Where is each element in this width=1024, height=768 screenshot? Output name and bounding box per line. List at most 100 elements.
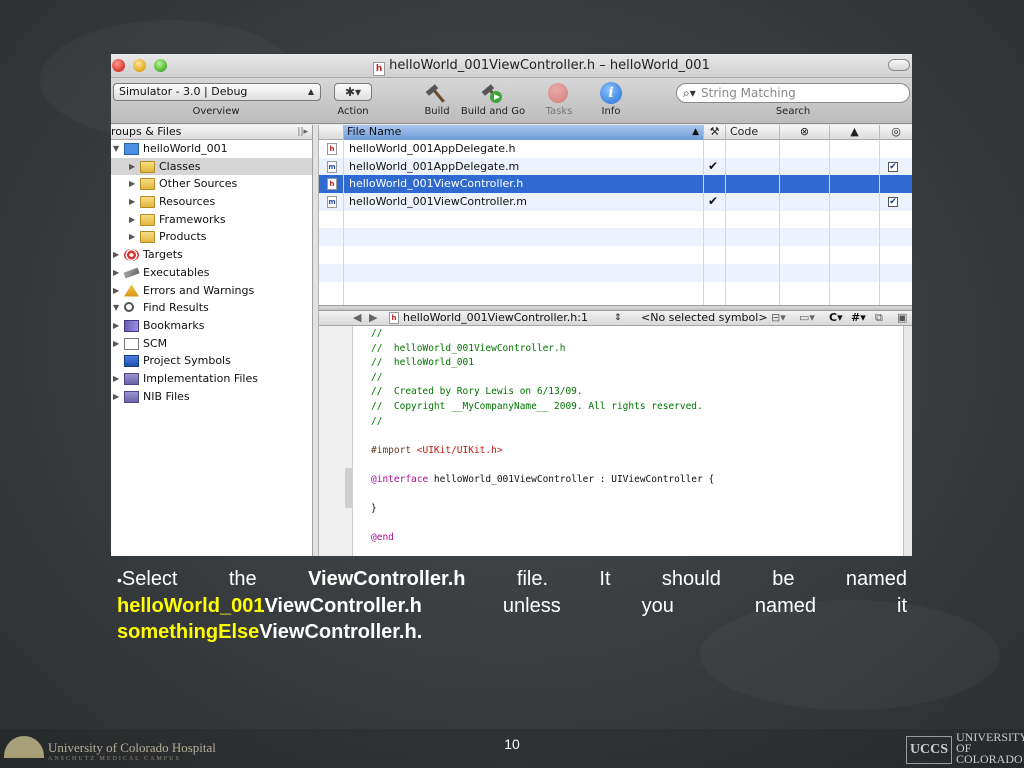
back-arrow-icon[interactable]: ◀ (353, 311, 361, 325)
stop-tasks-icon[interactable] (548, 83, 568, 103)
sidebar-item[interactable]: ▶ NIB Files (111, 388, 312, 406)
disclosure-closed-icon[interactable]: ▶ (129, 228, 135, 246)
sidebar-item[interactable]: ▶ Errors and Warnings (111, 282, 312, 300)
window-title: h helloWorld_001ViewController.h – helloW… (111, 58, 912, 76)
sidebar-item[interactable]: ▶ Products (111, 228, 312, 246)
file-row[interactable]: m helloWorld_001ViewController.m ✔ ✔ (319, 193, 912, 211)
uccs-logo: UCCS UNIVERSITY OF COLORADO (904, 730, 1024, 768)
hammer-icon[interactable] (425, 81, 449, 105)
target-checkbox[interactable]: ✔ (888, 197, 898, 208)
folder-icon (140, 178, 155, 191)
disclosure-closed-icon[interactable]: ▶ (113, 282, 119, 300)
disclosure-open-icon[interactable]: ▼ (113, 299, 119, 317)
code-column-header[interactable]: Code (725, 125, 779, 140)
disclosure-closed-icon[interactable]: ▶ (113, 388, 119, 406)
smart-group-icon (124, 390, 139, 403)
file-rows: h helloWorld_001AppDelegate.h m helloWorld_… (319, 140, 912, 299)
column-divider (779, 140, 780, 305)
overview-popup[interactable]: Simulator - 3.0 | Debug ▲ (113, 83, 321, 101)
disclosure-closed-icon[interactable]: ▶ (129, 193, 135, 211)
target-column-header-icon[interactable]: ◎ (879, 125, 912, 140)
code-folding-ribbon[interactable] (345, 468, 353, 508)
file-row[interactable]: h helloWorld_001ViewController.h (319, 175, 912, 194)
symbols-icon (124, 355, 139, 368)
sidebar-item-label: Executables (143, 265, 210, 279)
action-button[interactable]: ✱▾ (334, 83, 372, 101)
breakpoints-popup-icon[interactable]: ▭▾ (799, 311, 815, 325)
file-row[interactable]: m helloWorld_001AppDelegate.m ✔ ✔ (319, 157, 912, 176)
target-checkbox[interactable]: ✔ (888, 161, 898, 172)
forward-arrow-icon[interactable]: ▶ (369, 311, 377, 325)
file-history-popup[interactable]: helloWorld_001ViewController.h:1 (403, 311, 588, 325)
sidebar-item[interactable]: ▶ Classes (111, 157, 312, 176)
disclosure-closed-icon[interactable]: ▶ (113, 335, 119, 353)
disclosure-closed-icon[interactable]: ▶ (113, 246, 119, 264)
file-name-header-label: File Name (347, 125, 402, 138)
warnings-column-header-icon[interactable]: ▲ (829, 125, 879, 140)
groups-and-files-panel: roups & Files ||▸ ▼ helloWorld_001 ▶ Classe… (111, 125, 313, 556)
counterpart-icon[interactable]: ⧉ (875, 311, 883, 325)
class-hierarchy-popup-icon[interactable]: C▾ (829, 311, 843, 325)
sidebar-item[interactable]: ▼ Find Results (111, 299, 312, 317)
included-files-popup-icon[interactable]: #▾ (851, 311, 866, 325)
disclosure-closed-icon[interactable]: ▶ (129, 158, 135, 176)
find-icon (124, 302, 134, 313)
build-label: Build (424, 106, 450, 117)
hospital-logo-text: University of Colorado Hospital (48, 740, 216, 755)
uccs-logo-mark: UCCS (906, 736, 952, 764)
xcode-window: h helloWorld_001ViewController.h – helloW… (111, 54, 912, 556)
sidebar-item[interactable]: ▶ Executables (111, 264, 312, 282)
bookmarks-popup-icon[interactable]: ⊟▾ (771, 311, 786, 325)
sidebar-item[interactable]: ▶ Frameworks (111, 211, 312, 229)
code-line: // (371, 371, 383, 383)
class-declaration: helloWorld_001ViewController : UIViewCon… (428, 473, 715, 485)
column-divider (829, 140, 830, 305)
build-and-go-icon[interactable] (481, 81, 505, 105)
split-view-icon[interactable]: ||▸ (297, 125, 308, 139)
disclosure-closed-icon[interactable]: ▶ (113, 264, 119, 282)
sidebar-item-label: Resources (159, 195, 216, 209)
sidebar-item[interactable]: ▼ helloWorld_001 (111, 140, 312, 158)
errors-column-header-icon[interactable]: ⊗ (779, 125, 829, 140)
file-name: helloWorld_001ViewController.h (349, 177, 524, 191)
sidebar-item[interactable]: ▶ SCM (111, 335, 312, 353)
function-popup[interactable]: <No selected symbol> (641, 311, 768, 325)
sidebar-item-label: Find Results (143, 301, 209, 315)
empty-row (319, 228, 912, 247)
keyword: @interface (371, 473, 429, 485)
disclosure-closed-icon[interactable]: ▶ (129, 211, 135, 229)
file-name-column-header[interactable]: File Name ▲ (343, 125, 703, 140)
sidebar-item[interactable]: ▶ Bookmarks (111, 317, 312, 335)
toolbar-toggle-button[interactable] (888, 59, 910, 71)
code-editor[interactable]: // // helloWorld_001ViewController.h // he… (353, 326, 903, 556)
file-type-column-header[interactable] (319, 125, 343, 140)
disclosure-closed-icon[interactable]: ▶ (129, 175, 135, 193)
sidebar-item[interactable]: ▶ Implementation Files (111, 370, 312, 388)
build-column-header-hammer-icon[interactable]: ⚒ (703, 125, 725, 140)
build-checkmark-icon: ✔ (708, 158, 719, 173)
code-line: // Copyright __MyCompanyName__ 2009. All… (371, 400, 703, 412)
sidebar-item[interactable]: ▶ Other Sources (111, 175, 312, 193)
split-editor-icon[interactable]: ▣ (897, 311, 907, 325)
search-field[interactable]: ⌕▾ String Matching (676, 83, 910, 103)
code-line: // Created by Rory Lewis on 6/13/09. (371, 386, 583, 398)
caption-line-3: somethingElseViewController.h. (117, 619, 907, 645)
sidebar-item[interactable]: ▶ Targets (111, 246, 312, 264)
title-bar[interactable]: h helloWorld_001ViewController.h – helloW… (111, 54, 912, 78)
sort-ascending-icon: ▲ (692, 127, 699, 137)
search-placeholder: String Matching (701, 86, 796, 100)
caption-line-1: •Select the ViewController.h file. It sh… (117, 566, 907, 593)
sidebar-item[interactable]: ▶ Resources (111, 193, 312, 211)
disclosure-closed-icon[interactable]: ▶ (113, 317, 119, 335)
disclosure-open-icon[interactable]: ▼ (113, 140, 119, 158)
column-divider (703, 140, 704, 305)
info-icon[interactable]: i (600, 82, 622, 104)
file-list-header: File Name ▲ ⚒ Code ⊗ ▲ ◎ (319, 125, 912, 140)
sidebar-item[interactable]: Project Symbols (111, 352, 312, 370)
disclosure-closed-icon[interactable]: ▶ (113, 370, 119, 388)
vertical-scrollbar[interactable] (903, 326, 912, 556)
folder-icon (140, 213, 155, 226)
column-divider (725, 140, 726, 305)
file-row[interactable]: h helloWorld_001AppDelegate.h (319, 140, 912, 158)
search-icon: ⌕▾ (683, 86, 696, 100)
